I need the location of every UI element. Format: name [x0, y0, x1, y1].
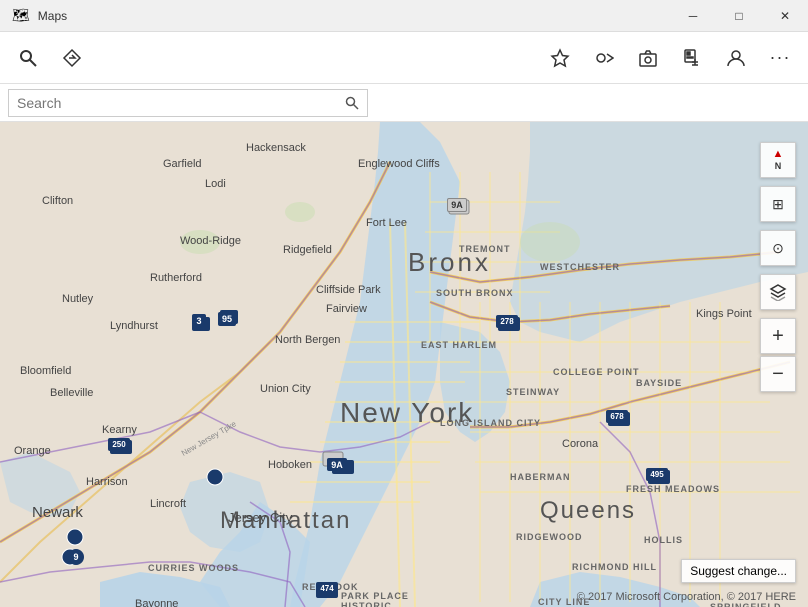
separator4 — [760, 312, 796, 316]
maximize-button[interactable]: □ — [716, 0, 762, 32]
app-toolbar: ··· — [0, 32, 808, 84]
title-bar-left: 🗺 Maps — [12, 7, 67, 24]
grid-icon: ⊞ — [772, 196, 784, 213]
my-location-button[interactable]: ⊙ — [760, 230, 796, 266]
close-button[interactable]: ✕ — [762, 0, 808, 32]
account-button[interactable] — [716, 38, 756, 78]
title-bar-title: Maps — [38, 9, 67, 23]
north-arrow-icon: ▲N — [773, 148, 784, 172]
title-bar: 🗺 Maps ─ □ ✕ — [0, 0, 808, 32]
favorites-button[interactable] — [540, 38, 580, 78]
location-icon: ⊙ — [772, 240, 784, 257]
suggest-change-button[interactable]: Suggest change... — [681, 559, 796, 583]
more-icon: ··· — [770, 47, 791, 68]
title-bar-controls: ─ □ ✕ — [670, 0, 808, 32]
search-toolbar-button[interactable] — [8, 38, 48, 78]
map-container[interactable]: Bronx New York Manhattan Queens Staten I… — [0, 122, 808, 607]
app-icon: 🗺 — [12, 7, 30, 24]
layers-button[interactable] — [760, 274, 796, 310]
separator — [760, 180, 796, 184]
camera-button[interactable] — [628, 38, 668, 78]
download-button[interactable] — [672, 38, 712, 78]
plus-icon: + — [772, 325, 784, 348]
streetside-button[interactable] — [584, 38, 624, 78]
minus-icon: − — [772, 363, 784, 386]
layers-icon — [769, 283, 787, 301]
separator2 — [760, 224, 796, 228]
minimize-button[interactable]: ─ — [670, 0, 716, 32]
search-bar — [0, 84, 808, 122]
search-input-wrapper — [8, 89, 368, 117]
directions-button[interactable] — [52, 38, 92, 78]
separator3 — [760, 268, 796, 272]
search-submit-button[interactable] — [337, 89, 367, 117]
zoom-in-button[interactable]: + — [760, 318, 796, 354]
zoom-out-button[interactable]: − — [760, 356, 796, 392]
copyright-text: © 2017 Microsoft Corporation, © 2017 HER… — [577, 591, 796, 603]
map-controls: ▲N ⊞ ⊙ + − — [760, 142, 796, 392]
north-button[interactable]: ▲N — [760, 142, 796, 178]
search-input[interactable] — [9, 95, 337, 111]
toolbar-right: ··· — [540, 38, 800, 78]
more-button[interactable]: ··· — [760, 38, 800, 78]
aerial-view-button[interactable]: ⊞ — [760, 186, 796, 222]
